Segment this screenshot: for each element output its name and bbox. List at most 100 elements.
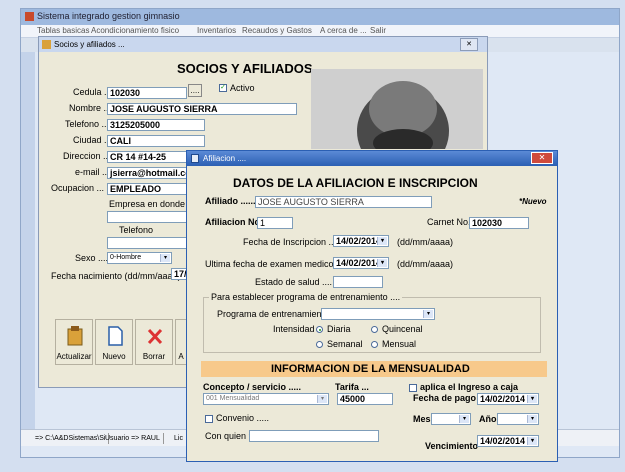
ocupacion-field[interactable]: EMPLEADO	[107, 183, 189, 195]
convenio-label: Convenio .....	[216, 413, 270, 423]
telefono-label: Telefono ...	[65, 119, 110, 129]
sexo-select[interactable]: 0-Hombre ▾	[107, 252, 172, 264]
sexo-label: Sexo ....	[75, 253, 109, 263]
socios-heading: SOCIOS Y AFILIADOS	[177, 61, 313, 76]
estado-field[interactable]	[333, 276, 383, 288]
menu-acerca[interactable]: A cerca de ...	[320, 25, 367, 36]
radio-semanal[interactable]	[316, 341, 323, 348]
ultima-value: 14/02/2014	[336, 258, 382, 268]
sexo-value: 0-Hombre	[110, 254, 142, 261]
new-document-icon	[108, 326, 123, 346]
radio-mensual[interactable]	[371, 341, 378, 348]
radio-semanal-label: Semanal	[327, 339, 363, 349]
actualizar-icon	[67, 326, 83, 346]
aplica-label: aplica el Ingreso a caja	[420, 382, 519, 392]
anio-select[interactable]: ▾	[497, 413, 539, 425]
socios-titlebar: Socios y afiliados ... ✕	[39, 37, 487, 52]
tarifa-label: Tarifa ...	[335, 382, 369, 392]
ultima-label: Ultima fecha de examen medico ...	[205, 259, 344, 269]
ciudad-label: Ciudad ...	[73, 135, 112, 145]
nuevo-indicator: *Nuevo	[519, 197, 547, 206]
ocupacion-label: Ocupacion ...	[51, 183, 105, 193]
borrar-label: Borrar	[142, 352, 166, 361]
mensualidad-heading: INFORMACION DE LA MENSUALIDAD	[271, 363, 470, 375]
vencimiento-value: 14/02/2014	[480, 436, 526, 446]
nuevo-label: Nuevo	[102, 352, 126, 361]
fecha-pago-value: 14/02/2014	[480, 394, 526, 404]
menu-salir[interactable]: Salir	[370, 25, 386, 36]
afiliado-label: Afiliado ......	[205, 196, 256, 206]
anio-label: Año	[479, 414, 497, 424]
email-field[interactable]: jsierra@hotmail.co	[107, 167, 189, 179]
mes-select[interactable]: ▾	[431, 413, 471, 425]
left-panel	[21, 52, 35, 432]
mes-label: Mes	[413, 414, 431, 424]
ultima-format-hint: (dd/mm/aaaa)	[397, 259, 454, 269]
convenio-checkbox[interactable]	[205, 415, 213, 423]
fecha-insc-picker[interactable]: 14/02/2014 ▾	[333, 235, 389, 247]
empresa-field[interactable]	[107, 211, 189, 223]
con-quien-field[interactable]	[249, 430, 379, 442]
socio-photo	[311, 69, 483, 149]
fecha-pago-label: Fecha de pago	[413, 393, 477, 403]
socios-close-button[interactable]: ✕	[460, 38, 478, 51]
activo-checkbox[interactable]: ✓	[219, 84, 227, 92]
radio-diaria-label: Diaria	[327, 324, 351, 334]
vencimiento-picker[interactable]: 14/02/2014 ▾	[477, 435, 539, 447]
borrar-button[interactable]: Borrar	[135, 319, 173, 365]
ciudad-field[interactable]: CALI	[107, 135, 205, 147]
nombre-label: Nombre ...	[69, 103, 112, 113]
aplica-checkbox[interactable]	[409, 384, 417, 392]
tarifa-field[interactable]: 45000	[337, 393, 393, 405]
close-button[interactable]: ✕	[531, 152, 553, 164]
nuevo-button[interactable]: Nuevo	[95, 319, 133, 365]
status-user: Usuario => RAUL	[105, 433, 164, 444]
estado-label: Estado de salud ....	[255, 277, 333, 287]
carnet-label: Carnet No.	[427, 217, 471, 227]
chevron-down-icon: ▾	[317, 395, 327, 403]
menu-acondicionamiento[interactable]: Acondicionamiento fisico	[91, 25, 179, 36]
toolbar-partial-label: A	[178, 352, 184, 361]
telefono-field[interactable]: 3125205000	[107, 119, 205, 131]
concepto-value: 001 Mensualidad	[206, 395, 260, 402]
menu-tablas[interactable]: Tablas basicas	[37, 25, 89, 36]
direccion-field[interactable]: CR 14 #14-25	[107, 151, 189, 163]
cedula-label: Cedula ...	[73, 87, 112, 97]
afiliacion-title: Afiliacion ....	[203, 154, 247, 163]
chevron-down-icon: ▾	[459, 415, 469, 423]
afiliacion-titlebar: Afiliacion .... ✕	[187, 151, 557, 166]
programa-group-label: Para establecer programa de entrenamient…	[209, 292, 403, 303]
afiliado-field[interactable]: JOSE AUGUSTO SIERRA	[255, 196, 432, 208]
menu-recaudos[interactable]: Recaudos y Gastos	[242, 25, 312, 36]
chevron-down-icon: ▾	[527, 415, 537, 423]
chevron-down-icon: ▾	[377, 237, 387, 245]
ultima-picker[interactable]: 14/02/2014 ▾	[333, 257, 389, 269]
main-titlebar: Sistema integrado gestion gimnasio	[21, 9, 619, 25]
menu-inventarios[interactable]: Inventarios	[197, 25, 236, 36]
fecha-nac-label: Fecha nacimiento (dd/mm/aaaa)	[51, 271, 181, 281]
chevron-down-icon: ▾	[527, 437, 537, 445]
cedula-lookup-button[interactable]: ....	[188, 84, 202, 97]
telefono2-field[interactable]	[107, 237, 189, 249]
carnet-field[interactable]: 102030	[469, 217, 529, 229]
afiliacion-no-field[interactable]: 1	[257, 217, 293, 229]
afiliacion-window: Afiliacion .... ✕ DATOS DE LA AFILIACION…	[186, 150, 558, 462]
concepto-select[interactable]: 001 Mensualidad ▾	[203, 393, 329, 405]
chevron-down-icon: ▾	[160, 254, 170, 262]
direccion-label: Direccion ...	[63, 151, 111, 161]
chevron-down-icon: ▾	[527, 395, 537, 403]
fecha-insc-label: Fecha de Inscripcion .....	[243, 237, 342, 247]
programa-select[interactable]: ▾	[321, 308, 435, 320]
fecha-insc-value: 14/02/2014	[336, 236, 382, 246]
status-path: => C:\A&DSistemas\Si	[35, 433, 110, 444]
actualizar-button[interactable]: Actualizar	[55, 319, 93, 365]
radio-quincenal[interactable]	[371, 326, 378, 333]
vencimiento-label: Vencimiento	[425, 441, 479, 451]
radio-diaria[interactable]	[316, 326, 323, 333]
afiliacion-icon	[191, 154, 199, 163]
fecha-pago-picker[interactable]: 14/02/2014 ▾	[477, 393, 539, 405]
socios-title: Socios y afiliados ...	[54, 40, 125, 49]
cedula-field[interactable]: 102030	[107, 87, 187, 99]
socios-icon	[42, 40, 51, 49]
nombre-field[interactable]: JOSE AUGUSTO SIERRA	[107, 103, 297, 115]
